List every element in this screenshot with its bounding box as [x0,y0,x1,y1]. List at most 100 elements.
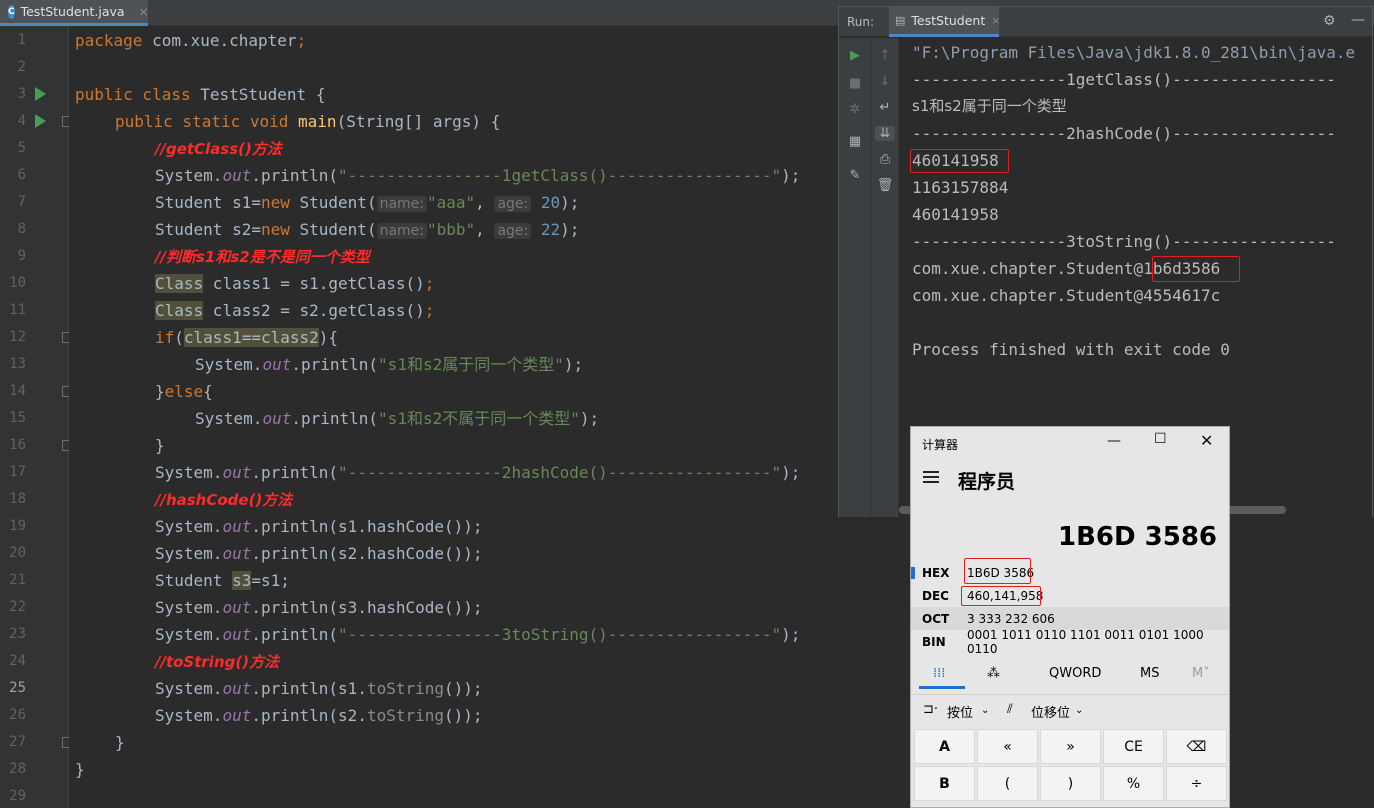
line-number: 28 [9,761,26,777]
soft-wrap-icon[interactable]: ↵ [875,100,895,115]
line-number: 3 [17,86,26,102]
layout-icon[interactable]: ▦ [845,134,865,149]
code-line-4: public static void main(String[] args) { [115,112,501,131]
code-line-19: System.out.println(s1.hashCode()); [155,517,483,536]
key-close-paren[interactable]: ) [1040,766,1101,801]
console-line: 1163157884 [912,178,1009,197]
key-clear-entry[interactable]: CE [1103,729,1164,764]
console-line: ----------------2hashCode()-------------… [912,124,1336,143]
minimize-icon[interactable]: — [1107,433,1121,449]
line-number: 22 [9,599,26,615]
maximize-icon[interactable]: ☐ [1154,431,1167,447]
code-line-26: System.out.println(s2.toString()); [155,706,483,725]
line-number: 19 [9,518,26,534]
print-icon[interactable]: ⎙ [875,152,895,167]
key-divide[interactable]: ÷ [1166,766,1227,801]
code-line-22: System.out.println(s3.hashCode()); [155,598,483,617]
code-line-28: } [75,760,85,779]
java-class-icon: C [8,4,15,19]
line-number-gutter: 1 2 3 4 5 6 7 8 9 10 11 12 13 14 15 16 17 18 19 20 21 22 23 24 2… [0,26,73,808]
highlight-box [1152,256,1240,282]
line-number: 29 [9,788,26,804]
code-line-6: System.out.println("----------------1get… [155,166,801,185]
calculator-mode: 程序员 [958,471,1016,493]
hamburger-menu-icon[interactable] [923,471,939,483]
word-size-button[interactable]: QWORD [1049,666,1101,681]
console-line: "F:\Program Files\Java\jdk1.8.0_281\bin\… [912,43,1356,62]
bitwise-dropdown[interactable]: 按位 [947,702,973,721]
line-number: 11 [9,302,26,318]
close-icon[interactable]: × [991,14,1000,27]
radix-row-bin[interactable]: BIN 0001 1011 0110 1101 0011 0101 1000 0… [911,628,1229,656]
editor-tab-teststudent[interactable]: C TestStudent.java × [0,0,149,26]
line-number: 13 [9,356,26,372]
code-line-20: System.out.println(s2.hashCode()); [155,544,483,563]
line-number: 12 [9,329,26,345]
radix-value: 3 333 232 606 [967,611,1055,626]
debug-icon[interactable]: ✲ [845,102,865,117]
radix-name: HEX [922,565,950,580]
console-icon: ▤ [895,14,906,27]
run-tab-teststudent[interactable]: ▤ TestStudent × [889,7,1000,37]
line-number: 5 [17,140,26,156]
bit-toggle-keypad-icon[interactable]: ⁂ [987,666,1000,681]
code-line-15: System.out.println("s1和s2不属于同一个类型"); [195,409,600,428]
close-icon[interactable]: × [139,5,149,19]
line-number: 27 [9,734,26,750]
radix-row-dec[interactable]: DEC 460,141,958 [911,584,1229,607]
selected-tab-indicator [919,686,965,689]
run-icon[interactable] [35,114,46,128]
run-toolbar-left: ▶ ■ ✲ ▦ ✎ [839,38,871,517]
divider [911,694,1229,695]
line-number: 4 [17,113,26,129]
radix-row-hex[interactable]: HEX 1B6D 3586 [911,561,1229,584]
code-line-12: if(class1==class2){ [155,328,339,347]
bitwise-icon: ⊐· [923,702,939,717]
line-number: 9 [17,248,26,264]
key-modulo[interactable]: % [1103,766,1164,801]
code-line-18: //hashCode()方法 [155,491,293,509]
key-left-shift[interactable]: « [977,729,1038,764]
trash-icon[interactable]: 🗑 [875,178,895,193]
up-arrow-icon[interactable]: ↑ [875,48,895,63]
rerun-icon[interactable]: ▶ [845,48,865,63]
code-line-27: } [115,733,125,752]
editor-tab-label: TestStudent.java [20,4,125,19]
code-line-21: Student s3=s1; [155,571,290,590]
console-line: ----------------1getClass()-------------… [912,70,1336,89]
line-number: 16 [9,437,26,453]
bit-shift-dropdown[interactable]: 位移位 [1031,702,1070,721]
run-label: Run: [847,15,875,29]
minimize-icon[interactable]: — [1351,12,1365,28]
key-b[interactable]: B [914,766,975,801]
calculator-keypad-tabs: ⁞⁞⁞ ⁂ QWORD MS M˅ [911,661,1229,689]
close-icon[interactable]: ✕ [1200,431,1213,450]
line-number: 18 [9,491,26,507]
run-icon[interactable] [35,87,46,101]
calculator-display: 1B6D 3586 [1058,522,1217,552]
memory-store-button[interactable]: MS [1140,666,1159,681]
run-header: Run: ▤ TestStudent × ⚙ — [839,7,1372,37]
key-backspace[interactable]: ⌫ [1166,729,1227,764]
line-number: 1 [17,32,26,48]
scroll-to-end-icon[interactable]: ⇊ [875,126,895,141]
line-number: 17 [9,464,26,480]
code-line-13: System.out.println("s1和s2属于同一个类型"); [195,355,584,374]
code-line-14: }else{ [155,382,213,401]
highlight-box [964,558,1031,584]
pin-icon[interactable]: ✎ [845,168,865,183]
line-number: 15 [9,410,26,426]
chevron-down-icon: ⌄ [981,705,990,716]
key-a[interactable]: A [914,729,975,764]
down-arrow-icon[interactable]: ↓ [875,74,895,89]
full-keypad-icon[interactable]: ⁞⁞⁞ [933,666,945,681]
line-number: 20 [9,545,26,561]
code-line-16: } [155,436,165,455]
radix-name: BIN [922,634,946,649]
key-open-paren[interactable]: ( [977,766,1038,801]
gear-icon[interactable]: ⚙ [1323,13,1336,29]
key-right-shift[interactable]: » [1040,729,1101,764]
highlight-box [910,149,1009,173]
stop-icon[interactable]: ■ [845,76,865,91]
run-tab-label: TestStudent [911,13,986,28]
